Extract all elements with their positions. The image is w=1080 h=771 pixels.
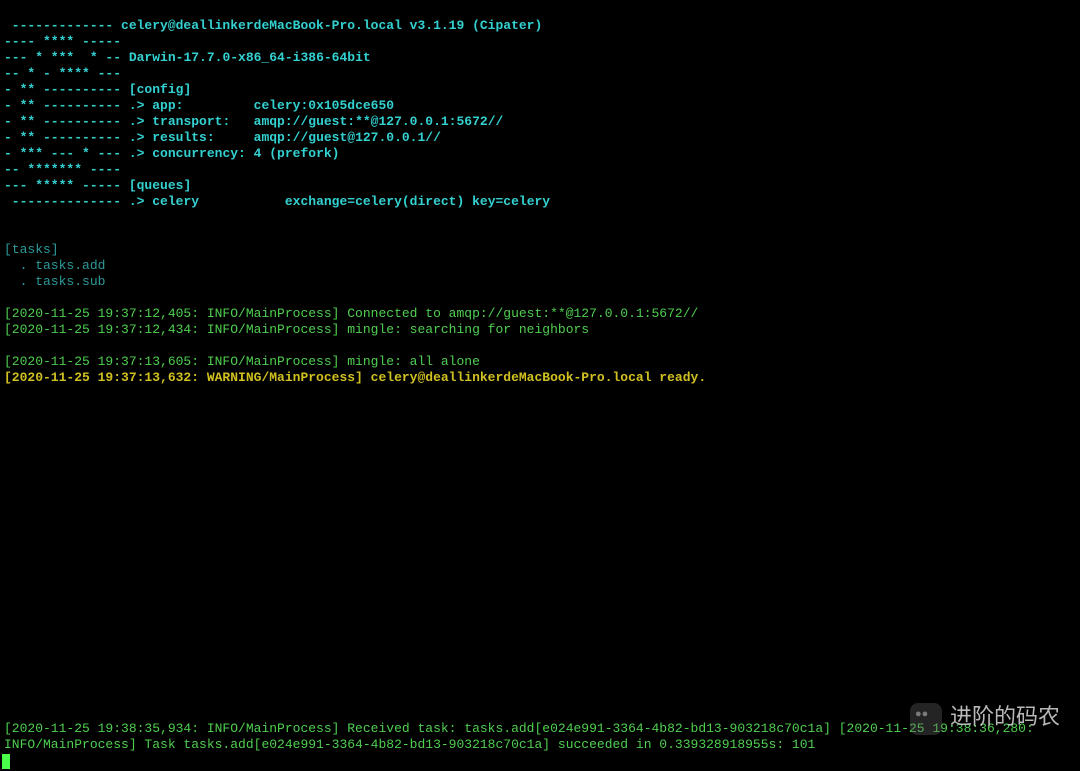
banner-line: - ** ---------- bbox=[4, 82, 121, 97]
banner-line: - ** ---------- bbox=[4, 98, 121, 113]
watermark: 进阶的码农 bbox=[910, 703, 1060, 735]
banner-line: ---- **** ----- bbox=[4, 34, 121, 49]
banner-line: - ** ---------- bbox=[4, 130, 121, 145]
tasks-header: [tasks] bbox=[4, 242, 59, 257]
log-info-line: [2020-11-25 19:37:12,434: INFO/MainProce… bbox=[4, 322, 589, 337]
log-warning-line: [2020-11-25 19:37:13,632: WARNING/MainPr… bbox=[4, 370, 706, 385]
wechat-icon bbox=[910, 703, 942, 735]
terminal-cursor[interactable] bbox=[2, 754, 10, 769]
banner-line: - ** ---------- bbox=[4, 114, 121, 129]
banner-line: -------------- bbox=[4, 194, 121, 209]
task-item: . tasks.sub bbox=[4, 274, 105, 289]
watermark-text: 进阶的码农 bbox=[950, 711, 1060, 727]
log-info-line: [2020-11-25 19:37:13,605: INFO/MainProce… bbox=[4, 354, 480, 369]
banner-line: --- ***** ----- bbox=[4, 178, 121, 193]
log-info-line: [2020-11-25 19:38:35,934: INFO/MainProce… bbox=[4, 721, 831, 736]
banner-line: - *** --- * --- bbox=[4, 146, 121, 161]
terminal-output: ------------- celery@deallinkerdeMacBook… bbox=[0, 0, 1080, 388]
log-info-line: [2020-11-25 19:37:12,405: INFO/MainProce… bbox=[4, 306, 698, 321]
task-item: . tasks.add bbox=[4, 258, 105, 273]
banner-line: -- * - **** --- bbox=[4, 66, 121, 81]
banner-line: ------------- bbox=[4, 18, 113, 33]
banner-line: -- ******* ---- bbox=[4, 162, 121, 177]
banner-line: --- * *** * -- bbox=[4, 50, 121, 65]
